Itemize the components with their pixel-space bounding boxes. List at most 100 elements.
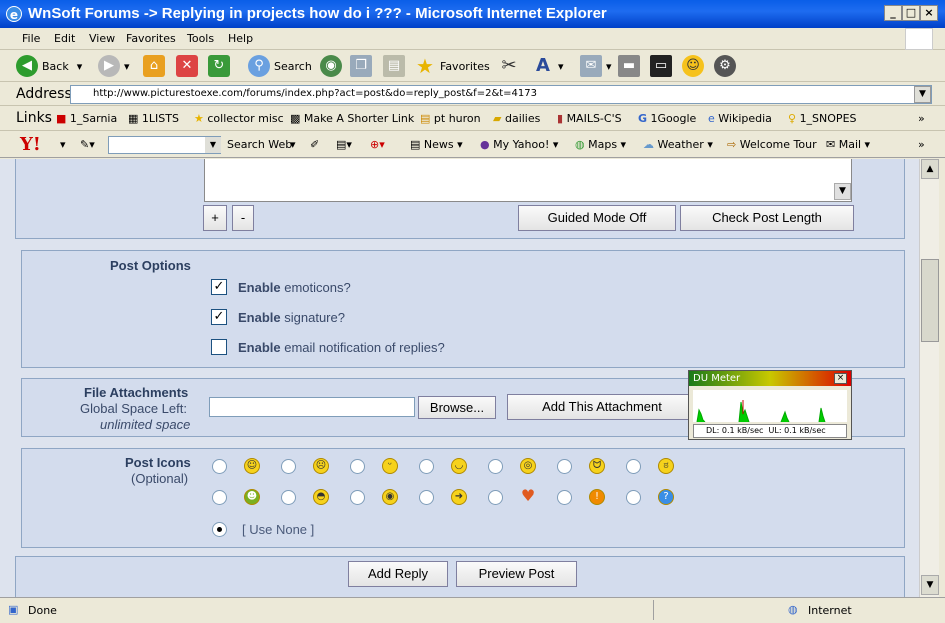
post-icon-radio[interactable] — [281, 459, 296, 474]
message-textarea[interactable] — [204, 159, 852, 202]
paste-button[interactable]: ▤ — [383, 54, 409, 78]
du-meter-window[interactable]: DU Meter × DL: 0.1 kB/sec UL: 0.1 kB/sec — [688, 370, 852, 440]
pencil-icon[interactable]: ✎▾ — [80, 138, 95, 151]
post-icon-radio[interactable] — [488, 490, 503, 505]
font-button[interactable]: A ▾ — [532, 54, 564, 78]
media-button[interactable]: ◉ — [320, 54, 346, 78]
yahoo-myyahoo[interactable]: ● My Yahoo! ▾ — [480, 138, 558, 151]
textarea-scroll-down[interactable]: ▼ — [834, 183, 851, 200]
menu-view[interactable]: View — [89, 32, 115, 45]
link-shorter[interactable]: ▩ Make A Shorter Link — [290, 112, 414, 125]
post-icon-radio[interactable] — [557, 490, 572, 505]
shrink-minus-button[interactable]: - — [232, 205, 254, 231]
mail-button[interactable]: ✉ ▾ — [580, 54, 612, 78]
du-meter-close-icon[interactable]: × — [834, 373, 847, 384]
post-icon-radio[interactable] — [350, 490, 365, 505]
content-emoticon-icon: ᵕ — [382, 458, 398, 474]
page-scrollbar[interactable]: ▲ ▼ — [919, 159, 939, 597]
minimize-button[interactable]: _ — [884, 5, 902, 21]
link-dailies[interactable]: ▰ dailies — [493, 112, 540, 125]
post-icon-radio[interactable] — [350, 459, 365, 474]
file-path-input[interactable] — [209, 397, 415, 417]
scroll-thumb[interactable] — [921, 259, 939, 342]
antispy-icon[interactable]: ⊕▾ — [370, 138, 385, 151]
google-icon: G — [638, 112, 648, 125]
add-reply-button[interactable]: Add Reply — [348, 561, 448, 587]
highlight-icon[interactable]: ✐ — [310, 138, 319, 151]
preview-post-button[interactable]: Preview Post — [456, 561, 577, 587]
check-length-button[interactable]: Check Post Length — [680, 205, 854, 231]
gear-button[interactable]: ⚙ — [714, 54, 740, 78]
post-icon-radio[interactable] — [488, 459, 503, 474]
yahoo-maps[interactable]: ◍ Maps ▾ — [575, 138, 626, 151]
tv-button[interactable]: ▭ — [650, 54, 676, 78]
menu-favorites[interactable]: Favorites — [126, 32, 176, 45]
expand-plus-button[interactable]: + — [203, 205, 227, 231]
link-collector[interactable]: ★ collector misc — [194, 112, 284, 125]
copy-button[interactable]: ❐ — [350, 54, 376, 78]
favorites-button[interactable]: ★ Favorites — [414, 54, 490, 78]
post-options-panel: Post Options ✓ Enable emoticons? ✓ Enabl… — [21, 250, 905, 368]
yahoo-weather[interactable]: ☁ Weather ▾ — [643, 138, 713, 151]
title-bar: e WnSoft Forums -> Replying in projects … — [0, 0, 945, 28]
pageinfo-icon[interactable]: ▤▾ — [336, 138, 352, 151]
font-size-icon: A — [536, 55, 550, 76]
signature-checkbox[interactable]: ✓ — [211, 309, 227, 325]
myyahoo-icon: ● — [480, 138, 490, 151]
back-button[interactable]: ◀ Back ▾ — [16, 54, 82, 78]
close-button[interactable]: × — [920, 5, 938, 21]
search-web-dropdown-icon[interactable]: ▾ — [290, 138, 296, 151]
post-icon-radio[interactable] — [557, 459, 572, 474]
menu-edit[interactable]: Edit — [54, 32, 75, 45]
cut-button[interactable]: ✂ — [498, 54, 524, 78]
guided-mode-button[interactable]: Guided Mode Off — [518, 205, 676, 231]
arrow-emoticon-icon: ➜ — [451, 489, 467, 505]
browse-button[interactable]: Browse... — [418, 396, 496, 419]
search-button[interactable]: ⚲ Search — [248, 54, 312, 78]
post-icon-radio[interactable] — [419, 490, 434, 505]
scroll-up-button[interactable]: ▲ — [921, 159, 939, 179]
messenger-button[interactable]: ☺ — [682, 54, 708, 78]
menu-file[interactable]: File — [22, 32, 40, 45]
post-icon-radio[interactable] — [212, 490, 227, 505]
post-icon-radio[interactable] — [626, 490, 641, 505]
emoticons-checkbox[interactable]: ✓ — [211, 279, 227, 295]
link-google[interactable]: G 1Google — [638, 112, 696, 125]
email-notify-checkbox[interactable] — [211, 339, 227, 355]
refresh-button[interactable]: ↻ — [208, 54, 234, 78]
address-dropdown-button[interactable]: ▼ — [914, 86, 931, 103]
add-attachment-button[interactable]: Add This Attachment — [507, 394, 697, 420]
link-lists[interactable]: ▦ 1LISTS — [128, 112, 179, 125]
yahoo-mail[interactable]: ✉ Mail ▾ — [826, 138, 870, 151]
scroll-down-button[interactable]: ▼ — [921, 575, 939, 595]
post-icon-radio[interactable] — [281, 490, 296, 505]
star-icon: ★ — [194, 112, 204, 125]
search-web-button[interactable]: Search Web — [227, 138, 292, 151]
use-none-radio[interactable] — [212, 522, 227, 537]
print-button[interactable]: ▬ — [618, 54, 644, 78]
yahoo-news[interactable]: ▤ News ▾ — [410, 138, 463, 151]
link-sarnia[interactable]: ■ 1_Sarnia — [56, 112, 117, 125]
post-icon-radio[interactable] — [626, 459, 641, 474]
link-pthuron[interactable]: ▤ pt huron — [420, 112, 481, 125]
forward-button[interactable]: ▶ ▾ — [98, 54, 130, 78]
yahoo-overflow-icon[interactable]: » — [918, 138, 925, 151]
yahoo-welcome-tour[interactable]: ⇨ Welcome Tour — [727, 138, 817, 151]
link-snopes[interactable]: ♀ 1_SNOPES — [788, 112, 857, 125]
home-button[interactable]: ⌂ — [143, 54, 169, 78]
link-mails[interactable]: ▮ MAILS-C'S — [557, 112, 622, 125]
post-icon-radio[interactable] — [419, 459, 434, 474]
links-overflow-icon[interactable]: » — [918, 112, 925, 125]
post-icons-panel: Post Icons (Optional) ☺ ☹ ᵕ ◡ ◎ ᗢ ಠ ☻ ◓ ◉ ➜ ♥!? [ U… — [21, 448, 905, 548]
stop-button[interactable]: ✕ — [176, 54, 202, 78]
yahoo-search-dropdown[interactable]: ▼ — [205, 137, 221, 153]
address-input[interactable]: http://www.picturestoexe.com/forums/inde… — [70, 85, 932, 104]
upload-rate: UL: 0.1 kB/sec — [768, 426, 826, 435]
menu-tools[interactable]: Tools — [187, 32, 214, 45]
yahoo-logo-icon[interactable]: Y! — [20, 134, 41, 155]
maximize-button[interactable]: □ — [902, 5, 920, 21]
link-wikipedia[interactable]: e Wikipedia — [708, 112, 772, 125]
page-done-icon: ▣ — [8, 603, 19, 616]
post-icon-radio[interactable] — [212, 459, 227, 474]
menu-help[interactable]: Help — [228, 32, 253, 45]
